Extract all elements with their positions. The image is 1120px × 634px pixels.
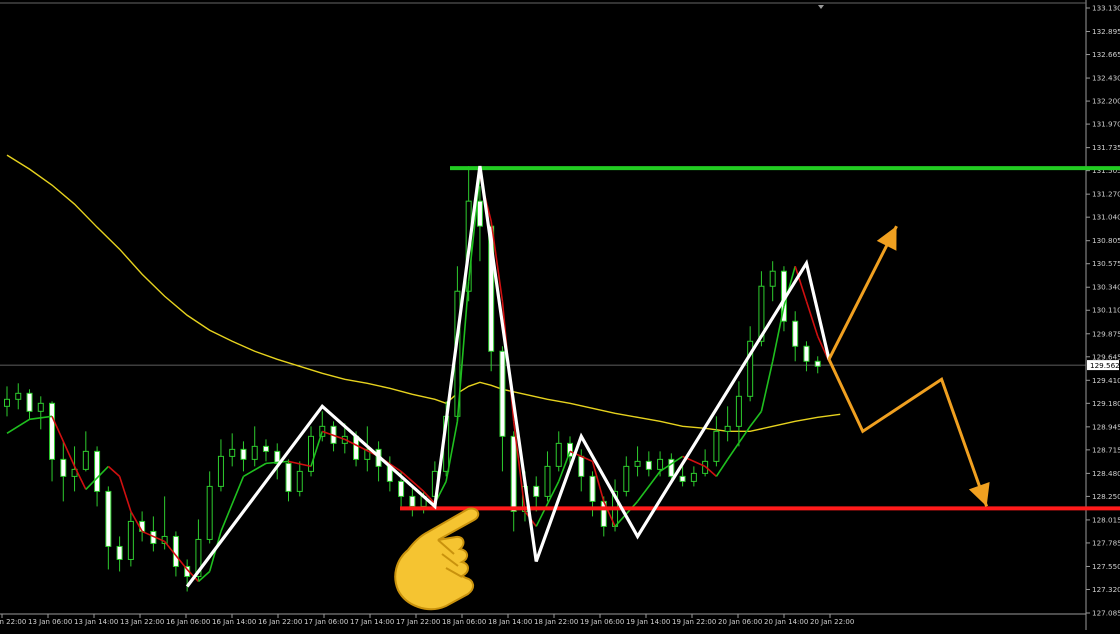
candle-body-up [15, 392, 22, 400]
y-tick-label: 132.895 [1092, 27, 1120, 36]
candle-body-down [533, 485, 540, 497]
candle-body-up [4, 398, 10, 407]
y-tick-label: 129.410 [1092, 376, 1120, 385]
current-price-label: 129.562 [1090, 361, 1120, 370]
candle-body-down [285, 462, 292, 492]
candle-body-up [769, 270, 776, 287]
candle-body-down [240, 448, 247, 460]
candle-body-down [803, 345, 810, 362]
candle-body-up [657, 458, 664, 470]
y-tick-label: 128.945 [1092, 422, 1120, 431]
y-tick-label: 133.130 [1092, 4, 1120, 13]
y-tick-label: 131.970 [1092, 120, 1120, 129]
candle-body-down [105, 490, 112, 547]
candle-body-down [589, 475, 596, 502]
x-tick-label: 13 Jan 22:00 [120, 618, 164, 626]
candle-body-up [217, 455, 224, 487]
candle-body-up [544, 465, 551, 497]
y-tick-label: 128.480 [1092, 469, 1120, 478]
y-tick-label: 130.340 [1092, 283, 1120, 292]
candle-body-down [792, 320, 799, 347]
candle-body-down [60, 458, 67, 477]
y-tick-label: 131.270 [1092, 190, 1120, 199]
y-tick-label: 128.715 [1092, 445, 1120, 454]
y-tick-label: 128.250 [1092, 492, 1120, 501]
price-chart: 133.130 132.895 132.665 132.430 132.200 131.9… [0, 0, 1120, 630]
y-tick-label: 127.550 [1092, 562, 1120, 571]
candle-body-up [229, 448, 236, 457]
candle-body-up [296, 470, 303, 492]
candle-body-down [172, 535, 179, 567]
candle-body-up [251, 445, 258, 460]
x-tick-label: 16 Jan 14:00 [212, 618, 256, 626]
candle-body-up [37, 402, 44, 412]
y-tick-label: 130.805 [1092, 236, 1120, 245]
candle-body-up [127, 520, 134, 560]
x-tick-label: 13 Jan 06:00 [28, 618, 72, 626]
candle-body-down [398, 480, 405, 497]
y-tick-label: 127.085 [1092, 609, 1120, 618]
candle-body-up [724, 425, 731, 432]
x-tick-label: 17 Jan 06:00 [304, 618, 348, 626]
y-tick-label: 129.645 [1092, 352, 1120, 361]
x-tick-label: 20 Jan 14:00 [764, 618, 808, 626]
candle-body-down [116, 545, 123, 560]
candle-body-down [645, 460, 652, 470]
y-tick-label: 131.040 [1092, 213, 1120, 222]
candle-body-down [262, 445, 269, 452]
y-tick-label: 128.015 [1092, 515, 1120, 524]
candle-body-down [26, 392, 33, 412]
y-tick-label: 132.665 [1092, 50, 1120, 59]
candle-body-down [409, 495, 416, 507]
candle-body-down [499, 350, 506, 437]
chart-svg: 133.130 132.895 132.665 132.430 132.200 131.9… [0, 0, 1120, 630]
candle-body-up [634, 460, 641, 467]
x-tick-label: 17 Jan 14:00 [350, 618, 394, 626]
x-tick-label: 19 Jan 14:00 [626, 618, 670, 626]
x-tick-label: 16 Jan 06:00 [166, 618, 210, 626]
x-tick-label: 20 Jan 22:00 [810, 618, 854, 626]
y-tick-label: 129.180 [1092, 399, 1120, 408]
candle-body-up [82, 450, 89, 470]
x-tick-label: 18 Jan 22:00 [534, 618, 578, 626]
y-tick-label: 127.785 [1092, 538, 1120, 547]
y-tick-label: 130.110 [1092, 306, 1120, 315]
candle-body-down [94, 450, 101, 492]
candle-body-up [690, 472, 697, 482]
x-tick-label: 17 Jan 22:00 [396, 618, 440, 626]
x-tick-label: 19 Jan 06:00 [580, 618, 624, 626]
x-tick-label: 20 Jan 06:00 [718, 618, 762, 626]
candle-body-up [735, 395, 742, 427]
y-tick-label: 127.320 [1092, 585, 1120, 594]
x-tick-label: 13 Jan 14:00 [74, 618, 118, 626]
candle-body-down [814, 360, 821, 367]
candle-body-up [555, 442, 562, 467]
x-tick-label: 18 Jan 06:00 [442, 618, 486, 626]
y-tick-label: 132.200 [1092, 97, 1120, 106]
candle-body-down [578, 455, 585, 477]
x-tick-label: 18 Jan 14:00 [488, 618, 532, 626]
candle-body-down [476, 200, 483, 227]
candle-body-down [679, 475, 686, 482]
y-tick-label: 130.575 [1092, 259, 1120, 268]
y-tick-label: 129.875 [1092, 329, 1120, 338]
y-tick-label: 131.735 [1092, 143, 1120, 152]
x-tick-label: 19 Jan 22:00 [672, 618, 716, 626]
y-tick-label: 132.430 [1092, 74, 1120, 83]
candle-body-down [49, 402, 56, 460]
candle-body-up [713, 430, 720, 462]
candle-body-up [623, 465, 630, 492]
candle-body-down [510, 435, 517, 512]
chart-background [0, 0, 1120, 630]
candle-body-up [206, 485, 213, 540]
x-tick-label: 16 Jan 22:00 [258, 618, 302, 626]
x-tick-label: 12 Jan 22:00 [0, 618, 26, 626]
